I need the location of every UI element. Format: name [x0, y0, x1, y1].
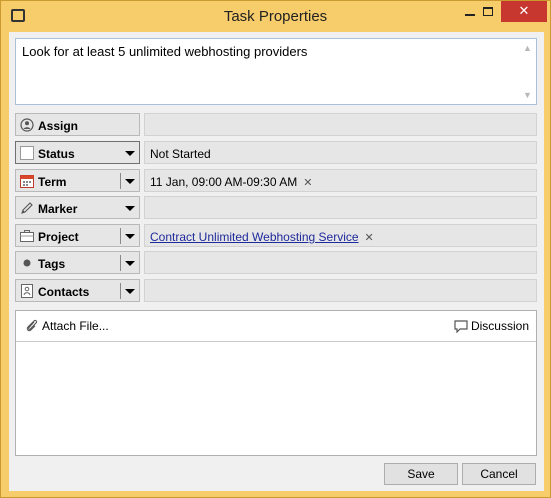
term-value-field[interactable]: 11 Jan, 09:00 AM-09:30 AM ✕: [144, 169, 537, 192]
project-row: Project Contract Unlimited Webhosting Se…: [15, 224, 537, 247]
term-separator: [120, 173, 121, 189]
tags-separator: [120, 255, 121, 271]
assign-button[interactable]: Assign: [15, 113, 140, 136]
attachments-toolbar: Attach File... Discussion: [16, 311, 536, 342]
speech-bubble-icon: [454, 320, 468, 333]
contacts-row: Contacts: [15, 279, 537, 302]
calendar-icon: [20, 175, 34, 188]
status-value-field[interactable]: Not Started: [144, 141, 537, 164]
contacts-button[interactable]: Contacts: [15, 279, 140, 302]
maximize-button[interactable]: [475, 1, 501, 22]
project-separator: [120, 228, 121, 244]
task-description-input[interactable]: Look for at least 5 unlimited webhosting…: [15, 38, 537, 105]
marker-value-field[interactable]: [144, 196, 537, 219]
term-value: 11 Jan, 09:00 AM-09:30 AM: [150, 175, 298, 189]
marker-dropdown-icon[interactable]: [125, 206, 135, 211]
minimize-icon: [465, 14, 475, 16]
contact-card-icon: [21, 284, 33, 298]
project-value-field[interactable]: Contract Unlimited Webhosting Service ✕: [144, 224, 537, 247]
attach-file-label: Attach File...: [42, 319, 109, 333]
project-link[interactable]: Contract Unlimited Webhosting Service: [150, 230, 359, 244]
task-description-text: Look for at least 5 unlimited webhosting…: [22, 44, 308, 59]
term-dropdown-icon[interactable]: [125, 179, 135, 184]
status-box-icon: [20, 146, 34, 160]
save-button[interactable]: Save: [384, 463, 458, 485]
pencil-icon: [21, 202, 33, 214]
contacts-label: Contacts: [38, 285, 90, 299]
cancel-button[interactable]: Cancel: [462, 463, 536, 485]
marker-row: Marker: [15, 196, 537, 219]
marker-label: Marker: [38, 202, 78, 216]
tags-button[interactable]: Tags: [15, 251, 140, 274]
term-row: Term 11 Jan, 09:00 AM-09:30 AM ✕: [15, 169, 537, 192]
term-button[interactable]: Term: [15, 169, 140, 192]
discussion-button[interactable]: Discussion: [454, 319, 529, 333]
maximize-icon: [483, 7, 493, 16]
status-dropdown-icon[interactable]: [125, 151, 135, 156]
discussion-label: Discussion: [470, 319, 529, 333]
contacts-value-field[interactable]: [144, 279, 537, 302]
term-label: Term: [38, 175, 67, 189]
attach-file-button[interactable]: Attach File...: [25, 319, 109, 333]
vertical-scrollbar[interactable]: ▲ ▼: [519, 39, 536, 104]
tags-dropdown-icon[interactable]: [125, 261, 135, 266]
tags-value-field[interactable]: [144, 251, 537, 274]
marker-button[interactable]: Marker: [15, 196, 140, 219]
assign-value-field[interactable]: [144, 113, 537, 136]
close-button[interactable]: ✕: [501, 1, 547, 22]
scroll-up-icon[interactable]: ▲: [523, 44, 532, 53]
tags-label: Tags: [38, 257, 66, 271]
status-label: Status: [38, 147, 75, 161]
project-button[interactable]: Project: [15, 224, 140, 247]
status-value: Not Started: [150, 147, 211, 161]
contacts-separator: [120, 283, 121, 299]
assign-label: Assign: [38, 119, 79, 133]
project-label: Project: [38, 230, 79, 244]
person-icon: [20, 118, 34, 132]
project-dropdown-icon[interactable]: [125, 234, 135, 239]
term-remove-icon[interactable]: ✕: [303, 177, 312, 189]
status-button[interactable]: Status: [15, 141, 140, 164]
attachments-panel: Attach File... Discussion: [15, 310, 537, 456]
project-remove-icon[interactable]: ✕: [365, 232, 374, 244]
task-properties-window: Task Properties ✕ Look for at least 5 un…: [0, 0, 551, 498]
status-row: Status Not Started: [15, 141, 537, 164]
scroll-down-icon[interactable]: ▼: [523, 91, 532, 100]
briefcase-icon: [20, 230, 34, 242]
dialog-body: Look for at least 5 unlimited webhosting…: [9, 32, 544, 491]
contacts-dropdown-icon[interactable]: [125, 289, 135, 294]
tags-row: Tags: [15, 251, 537, 274]
title-bar[interactable]: Task Properties ✕: [1, 1, 550, 32]
dot-icon: [23, 259, 31, 267]
assign-row: Assign: [15, 113, 537, 136]
paperclip-icon: [26, 319, 38, 332]
